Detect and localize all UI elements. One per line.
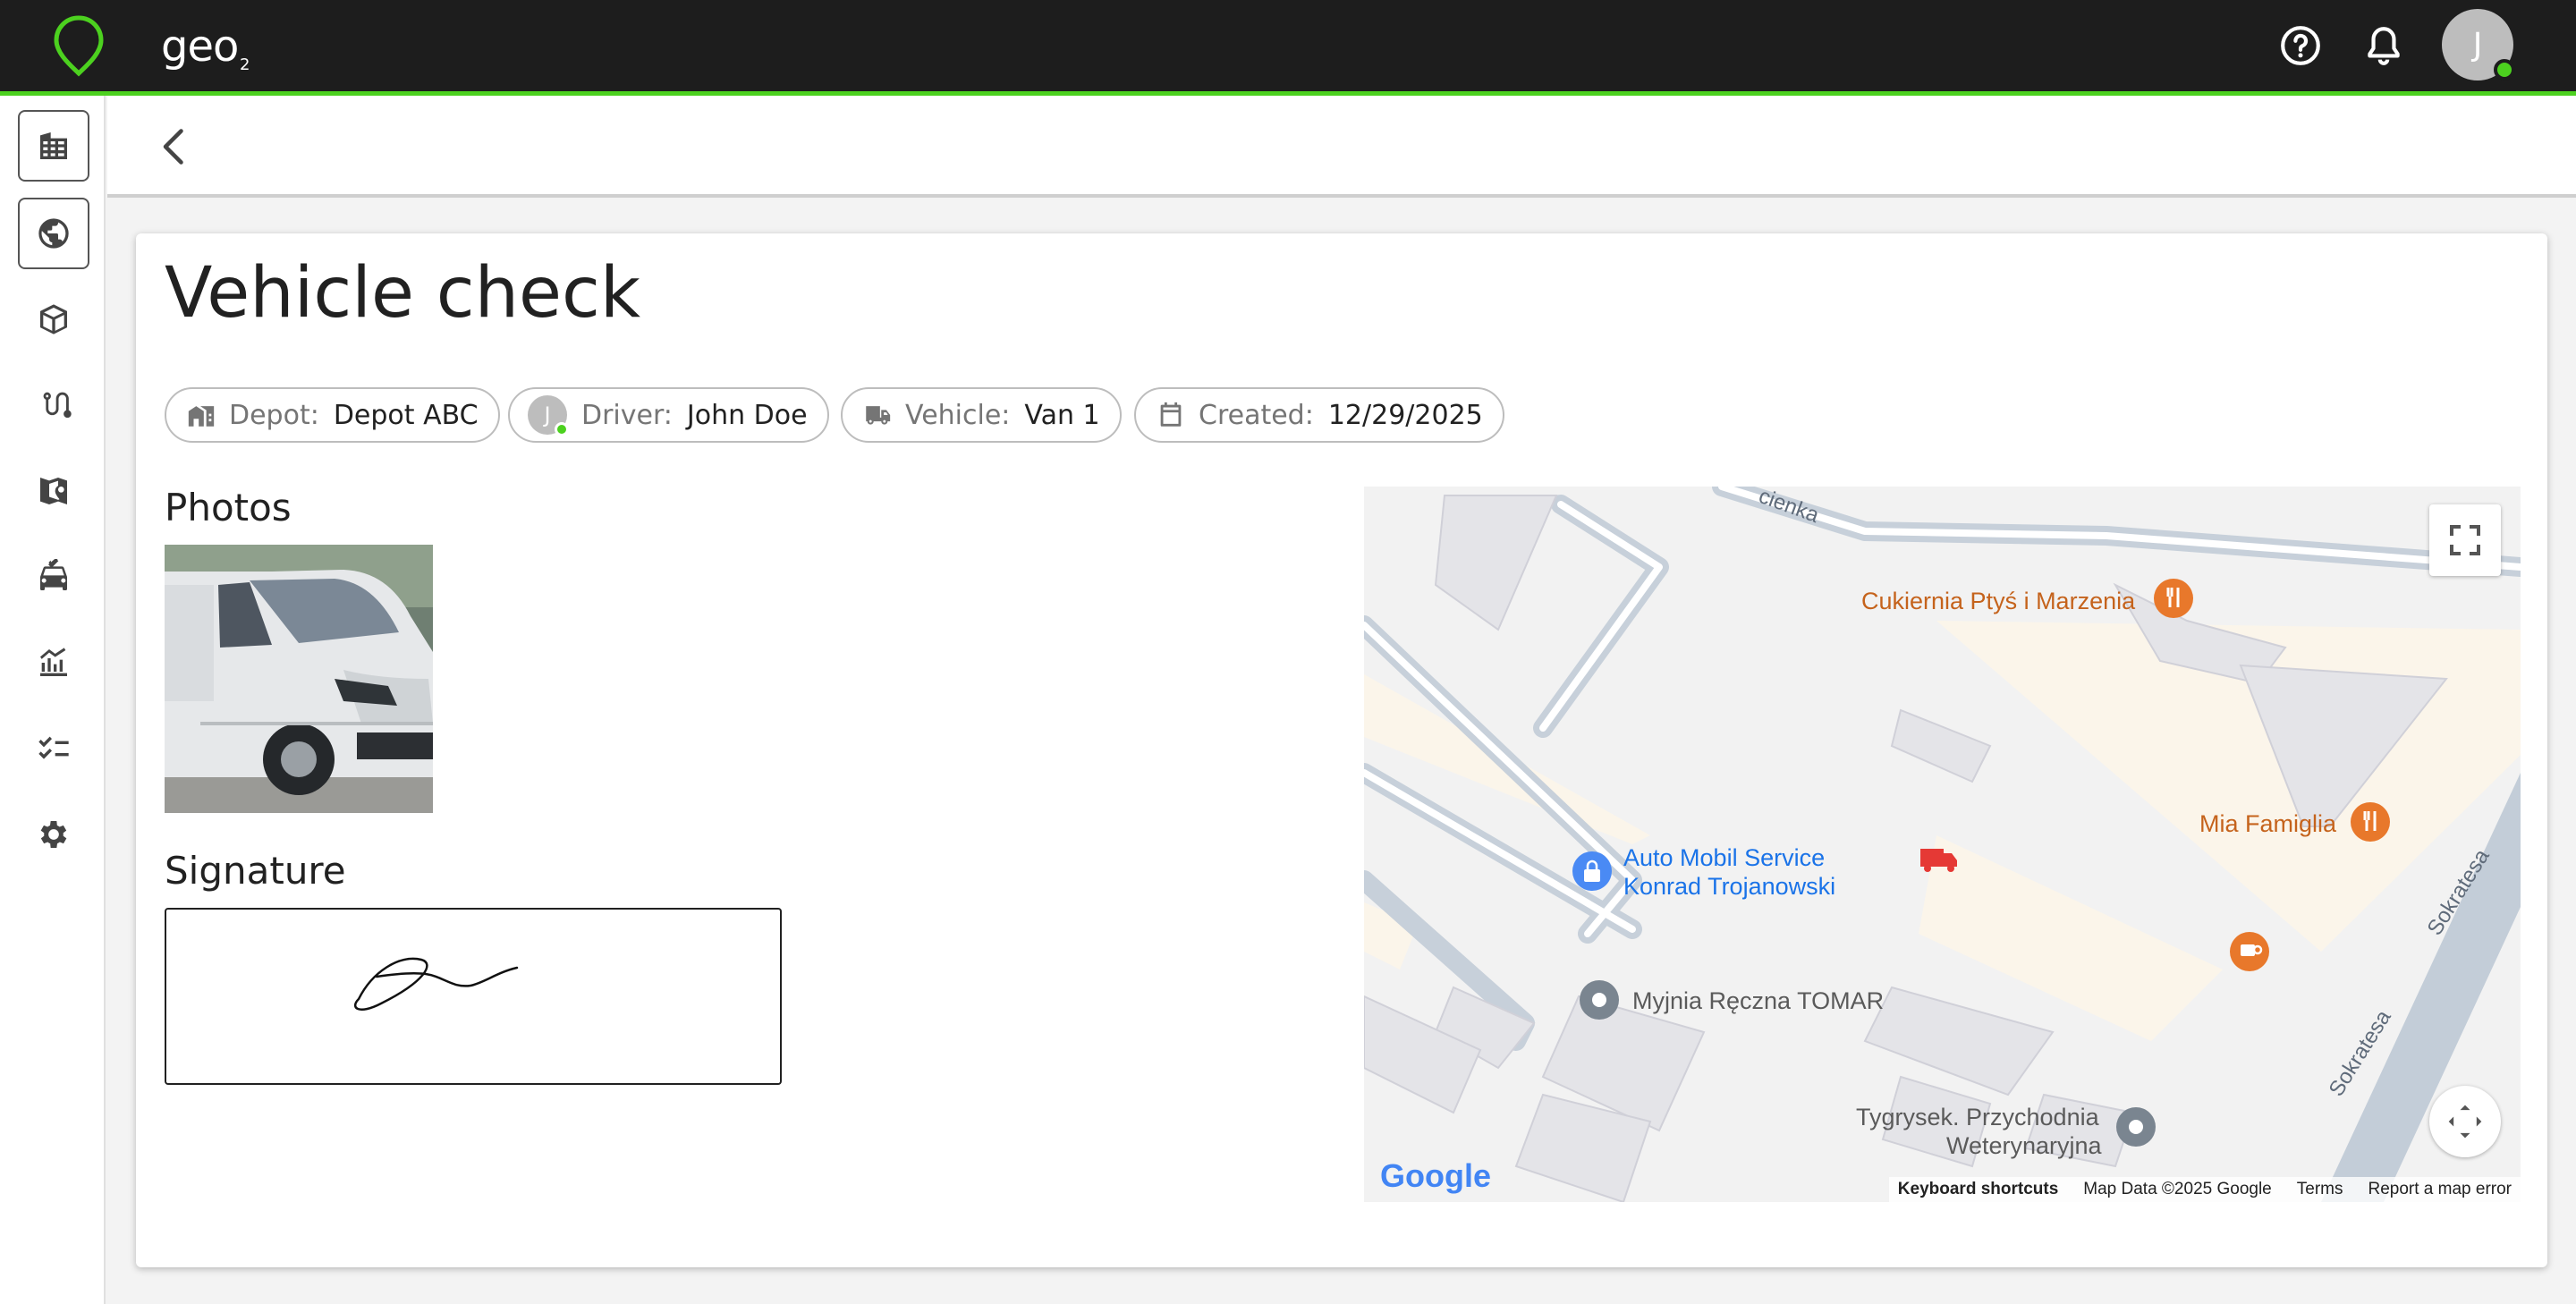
buildings-icon <box>40 132 67 159</box>
driver-chip: J Driver: John Doe <box>508 387 829 443</box>
shopping-pin-icon <box>1572 851 1612 891</box>
sidebar-item-buildings[interactable] <box>18 110 89 182</box>
package-icon <box>40 304 67 334</box>
map-footer: Keyboard shortcuts Map Data ©2025 Google… <box>1888 1177 2521 1202</box>
created-value: 12/29/2025 <box>1327 399 1483 431</box>
van-photo-image <box>165 545 433 813</box>
sidebar <box>0 96 106 1304</box>
app-logo[interactable]: geo 2 <box>52 14 250 77</box>
truck-icon <box>866 406 891 425</box>
page-header <box>107 96 2576 198</box>
globe-icon <box>38 218 69 249</box>
route-icon <box>43 392 72 419</box>
chevron-left-icon <box>163 129 183 165</box>
online-status-dot <box>2494 59 2515 80</box>
poi-auto-mobil-line2[interactable]: Konrad Trojanowski <box>1623 873 1835 901</box>
vehicle-photo[interactable] <box>165 545 433 813</box>
poi-auto-mobil-line1[interactable]: Auto Mobil Service <box>1623 844 1825 872</box>
poi-mia-famiglia[interactable]: Mia Famiglia <box>2199 810 2336 838</box>
depot-chip: Depot: Depot ABC <box>165 387 500 443</box>
google-logo: Google <box>1380 1157 1491 1195</box>
move-arrows-icon <box>2448 1105 2482 1139</box>
back-button[interactable] <box>148 120 201 174</box>
user-initial: J <box>2472 26 2483 64</box>
bell-icon[interactable] <box>2361 23 2406 68</box>
place-pin-icon <box>1580 980 1619 1020</box>
cafe-pin-icon <box>2230 932 2269 971</box>
restaurant-pin-icon-2 <box>2351 802 2390 842</box>
keyboard-shortcuts-link[interactable]: Keyboard shortcuts <box>1898 1180 2058 1199</box>
sidebar-item-checklist[interactable] <box>18 713 89 784</box>
map-data-attribution: Map Data ©2025 Google <box>2083 1180 2272 1198</box>
calendar-icon <box>1160 402 1182 427</box>
sidebar-item-routes[interactable] <box>18 369 89 441</box>
report-error-link[interactable]: Report a map error <box>2368 1180 2512 1199</box>
sidebar-item-settings[interactable] <box>18 799 89 870</box>
poi-cukiernia[interactable]: Cukiernia Ptyś i Marzenia <box>1861 588 2135 615</box>
google-logo-text: Google <box>1380 1157 1491 1194</box>
fullscreen-button[interactable] <box>2429 504 2501 576</box>
sidebar-item-vehicle-check[interactable] <box>18 541 89 613</box>
driver-status-dot <box>555 422 569 436</box>
vehicle-check-card: Vehicle check Depot: Depot ABC J Driver:… <box>136 233 2547 1267</box>
logo-text: geo <box>161 21 239 72</box>
signature-box <box>165 908 782 1085</box>
driver-value: John Doe <box>686 399 808 431</box>
driver-avatar: J <box>528 395 569 436</box>
photos-heading: Photos <box>165 486 292 529</box>
top-bar: geo 2 J <box>0 0 2576 96</box>
analytics-icon <box>40 648 67 676</box>
depot-value: Depot ABC <box>333 399 479 431</box>
sidebar-item-globe[interactable] <box>18 198 89 269</box>
sidebar-item-map[interactable] <box>18 455 89 527</box>
vehicle-value: Van 1 <box>1024 399 1100 431</box>
map-pin-icon <box>40 478 67 504</box>
vehicle-check-icon <box>40 559 67 590</box>
created-chip: Created: 12/29/2025 <box>1134 387 1504 443</box>
place-pin-icon-2 <box>2116 1107 2156 1147</box>
poi-myjnia[interactable]: Myjnia Ręczna TOMAR <box>1632 987 1884 1015</box>
page-title: Vehicle check <box>165 253 641 334</box>
settings-icon <box>40 821 67 848</box>
signature-drawing <box>353 957 519 1012</box>
sidebar-item-analytics[interactable] <box>18 627 89 699</box>
logo-subscript: 2 <box>240 55 250 74</box>
map-camera-control-button[interactable] <box>2429 1086 2501 1157</box>
signature-heading: Signature <box>165 849 346 893</box>
depot-label: Depot: <box>229 399 319 431</box>
user-avatar[interactable]: J <box>2442 9 2515 80</box>
help-circle-icon[interactable] <box>2278 23 2323 68</box>
poi-tygrysek-line1[interactable]: Tygrysek. Przychodnia <box>1856 1104 2099 1131</box>
sidebar-item-packages[interactable] <box>18 284 89 355</box>
created-label: Created: <box>1199 399 1314 431</box>
fullscreen-icon <box>2450 525 2480 555</box>
restaurant-pin-icon <box>2154 579 2193 618</box>
poi-tygrysek-line2[interactable]: Weterynaryjna <box>1946 1132 2102 1160</box>
location-pin-logo-icon <box>54 15 104 77</box>
location-map[interactable]: cienka Sokratesa Sokratesa Cukiernia Pty… <box>1364 487 2521 1202</box>
terms-link[interactable]: Terms <box>2297 1180 2343 1199</box>
driver-label: Driver: <box>581 399 673 431</box>
vehicle-chip: Vehicle: Van 1 <box>841 387 1122 443</box>
depot-icon <box>188 406 215 427</box>
vehicle-label: Vehicle: <box>905 399 1011 431</box>
checklist-icon <box>38 736 69 759</box>
driver-initial: J <box>544 402 551 428</box>
